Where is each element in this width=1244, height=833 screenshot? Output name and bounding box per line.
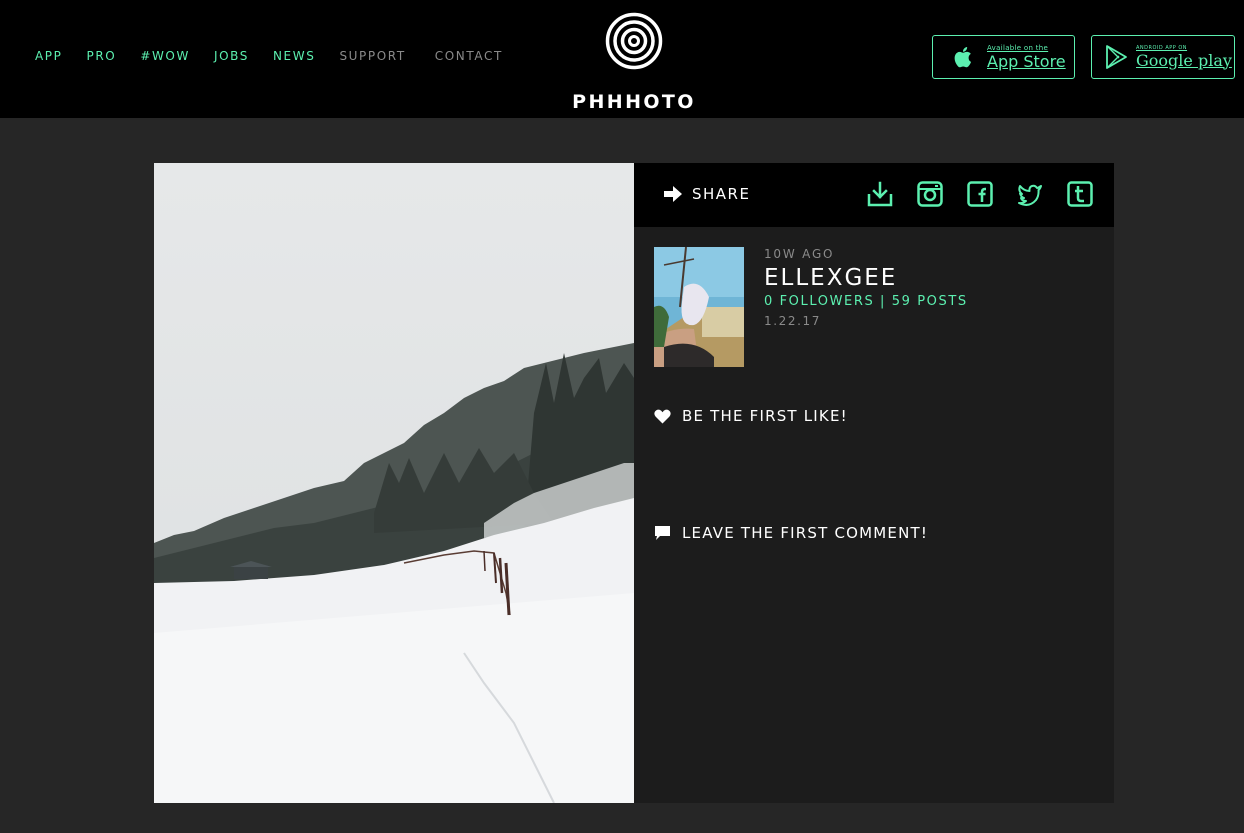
google-play-icon — [1106, 45, 1127, 69]
heart-icon — [654, 409, 671, 423]
post-user-stats[interactable]: 0 FOLLOWERS | 59 POSTS — [764, 294, 968, 309]
share-button[interactable]: SHARE — [662, 183, 750, 205]
tumblr-icon[interactable] — [1066, 180, 1094, 208]
nav-contact[interactable]: CONTACT — [435, 49, 503, 63]
likes-label: BE THE FIRST LIKE! — [682, 407, 848, 425]
app-store-big-label: App Store — [987, 51, 1066, 71]
google-play-big-label: Google play — [1136, 50, 1232, 70]
apple-icon — [954, 47, 971, 68]
nav-wow[interactable]: #WOW — [140, 49, 190, 63]
share-bar: SHARE — [634, 163, 1114, 227]
site-header: APP PRO #WOW JOBS NEWS SUPPORT CONTACT P… — [0, 0, 1244, 118]
post-time-ago: 10W AGO — [764, 247, 835, 261]
app-store-text: Available on the App Store — [987, 43, 1066, 71]
twitter-icon[interactable] — [1016, 180, 1044, 208]
comment-button[interactable]: LEAVE THE FIRST COMMENT! — [654, 524, 928, 542]
nav-app[interactable]: APP — [35, 49, 62, 63]
google-play-button[interactable]: ANDROID APP ON Google play — [1091, 35, 1235, 79]
post-photo[interactable] — [154, 163, 634, 803]
site-logo[interactable]: PHHHOTO — [571, 10, 697, 113]
nav-pro[interactable]: PRO — [86, 49, 116, 63]
post-date: 1.22.17 — [764, 314, 822, 328]
facebook-icon[interactable] — [966, 180, 994, 208]
nav-jobs[interactable]: JOBS — [214, 49, 249, 63]
share-label: SHARE — [692, 185, 751, 203]
post-username[interactable]: ELLEXGEE — [764, 265, 968, 291]
like-button[interactable]: BE THE FIRST LIKE! — [654, 407, 848, 425]
avatar-image — [654, 247, 744, 367]
post-detail-panel: SHARE 10W AGO ELLEXGEE 0 FOLLOWERS | 59 … — [634, 163, 1114, 803]
download-icon[interactable] — [866, 180, 894, 208]
app-store-small-label: Available on the — [987, 43, 1049, 52]
app-store-button[interactable]: Available on the App Store — [932, 35, 1075, 79]
instagram-icon[interactable] — [916, 180, 944, 208]
avatar[interactable] — [654, 247, 744, 367]
snowy-landscape-image — [154, 163, 634, 803]
nav-news[interactable]: NEWS — [273, 49, 315, 63]
share-arrow-icon — [664, 186, 682, 202]
nav-support[interactable]: SUPPORT — [339, 49, 405, 63]
main-nav: APP PRO #WOW JOBS NEWS SUPPORT CONTACT — [35, 49, 527, 63]
logo-wordmark: PHHHOTO — [572, 91, 696, 113]
comments-label: LEAVE THE FIRST COMMENT! — [682, 524, 929, 542]
concentric-circles-icon — [605, 12, 663, 70]
post-meta: 10W AGO ELLEXGEE 0 FOLLOWERS | 59 POSTS … — [764, 247, 968, 328]
google-play-small-label: ANDROID APP ON — [1136, 44, 1188, 51]
google-play-text: ANDROID APP ON Google play — [1136, 44, 1232, 70]
comment-icon — [655, 526, 670, 540]
